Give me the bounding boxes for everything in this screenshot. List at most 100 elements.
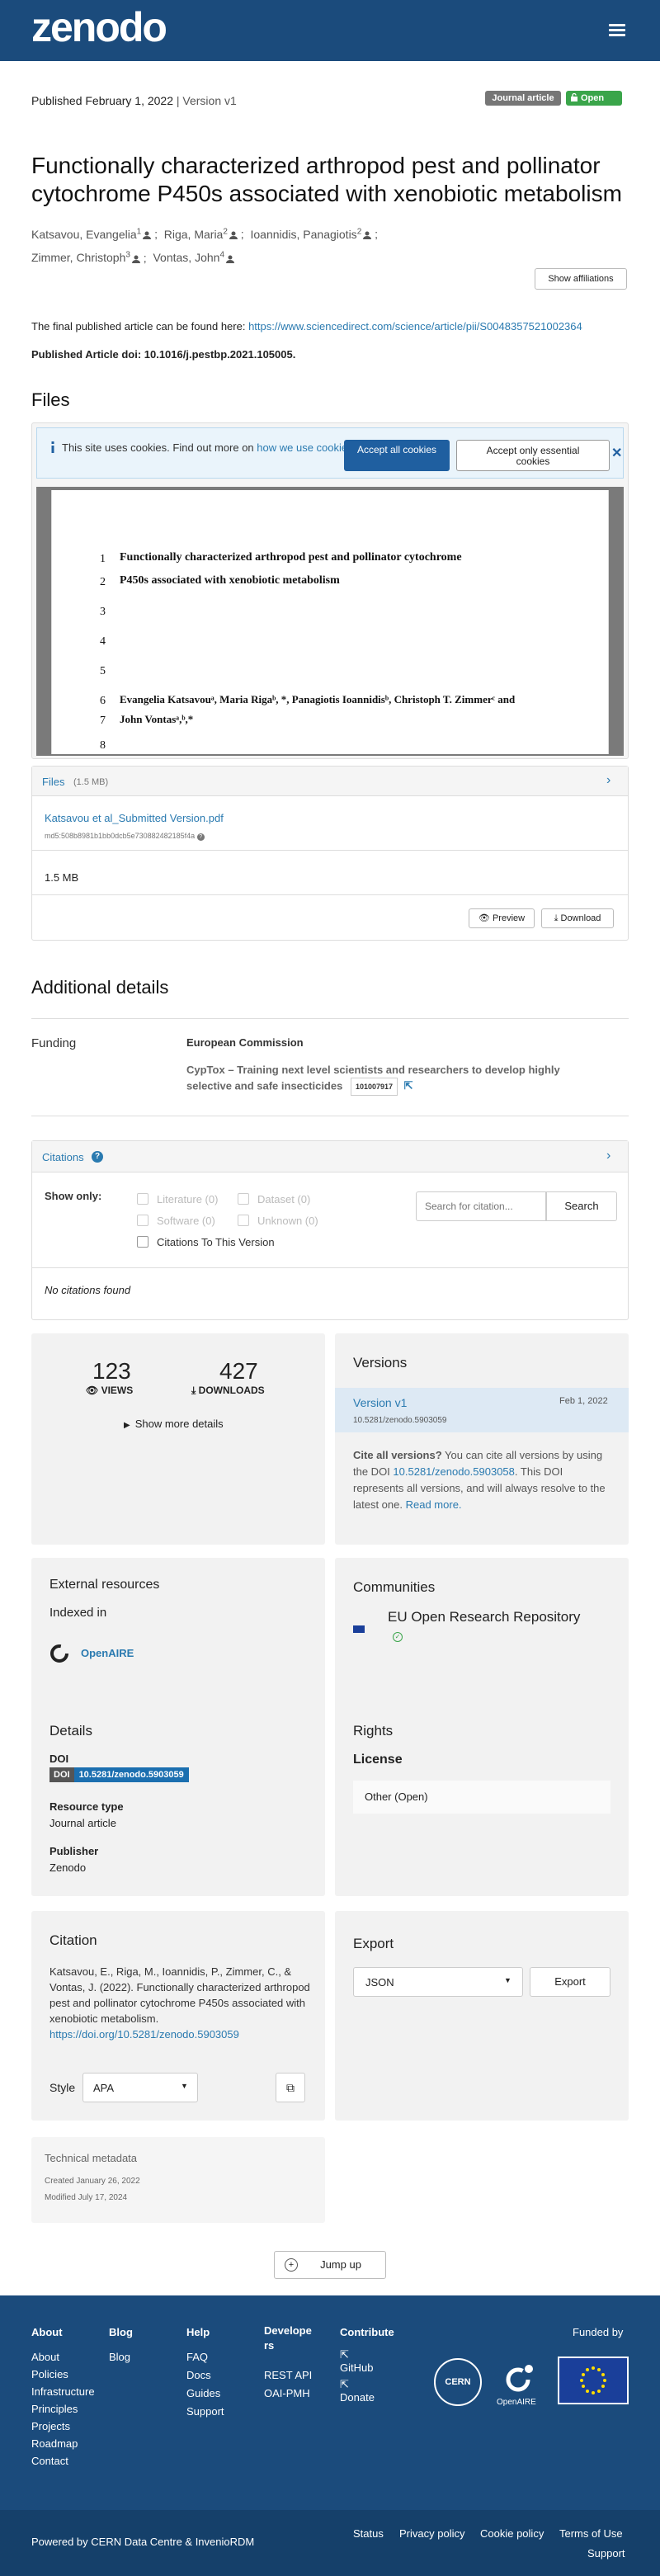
creator[interactable]: Katsavou, Evangelia1 xyxy=(31,227,152,241)
unknown-checkbox[interactable] xyxy=(238,1215,249,1226)
resource-type-value: Journal article xyxy=(50,1817,116,1829)
arrow-up-icon: + xyxy=(285,2258,298,2272)
footer-link[interactable]: OAI-PMH xyxy=(264,2385,312,2403)
footer-link[interactable]: Roadmap xyxy=(31,2435,95,2452)
accept-essential-cookies-button[interactable]: Accept only essential cookies xyxy=(456,440,610,471)
export-heading: Export xyxy=(353,1936,394,1951)
funded-by-label: Funded by xyxy=(573,2326,624,2338)
indexed-in-label: Indexed in xyxy=(50,1606,107,1620)
file-checksum: md5:508b8981b1bb0dcb5e730882482185f4a ? xyxy=(45,832,205,841)
license-item[interactable]: Other (Open) xyxy=(353,1781,610,1814)
footer-link[interactable]: Cookie policy xyxy=(480,2525,544,2543)
cern-logo[interactable]: CERN xyxy=(434,2358,482,2406)
caret-right-icon: ▶ xyxy=(124,1421,130,1430)
citation-heading: Citation xyxy=(50,1932,97,1948)
download-button[interactable]: ⤓ Download xyxy=(541,908,614,928)
footer-link[interactable]: Blog xyxy=(109,2348,130,2366)
citation-doi-link[interactable]: https://doi.org/10.5281/zenodo.5903059 xyxy=(50,2028,239,2041)
show-affiliations-button[interactable]: Show affiliations xyxy=(535,268,627,290)
footer-link[interactable]: Projects xyxy=(31,2418,95,2435)
community-link[interactable]: EU Open Research Repository xyxy=(388,1609,580,1625)
concept-doi-link[interactable]: 10.5281/zenodo.5903058 xyxy=(393,1465,514,1478)
footer-bottom: Powered by CERN Data Centre & InvenioRDM… xyxy=(0,2510,660,2576)
creator[interactable]: Ioannidis, Panagiotis2 xyxy=(250,227,372,241)
footer-link[interactable]: Infrastructure xyxy=(31,2383,95,2400)
doi-badge[interactable]: DOI 10.5281/zenodo.5903059 xyxy=(50,1767,189,1782)
chevron-right-icon: › xyxy=(606,773,611,787)
footer-link[interactable]: ⇱ Donate xyxy=(340,2378,406,2404)
person-icon xyxy=(131,255,140,263)
citations-accordion-header[interactable]: Citations ? › xyxy=(32,1141,628,1172)
footer-link[interactable]: Docs xyxy=(186,2366,224,2385)
external-link-icon: ⇱ xyxy=(340,2378,349,2390)
article-link[interactable]: https://www.sciencedirect.com/science/ar… xyxy=(248,320,582,333)
cookie-text: This site uses cookies. Find out more on… xyxy=(62,441,353,454)
published-doi-text: Published Article doi: 10.1016/j.pestbp.… xyxy=(31,348,296,361)
citation-style-select[interactable]: APA ▼ xyxy=(82,2073,198,2102)
license-heading: License xyxy=(353,1753,403,1767)
version-item[interactable]: Version v1 Feb 1, 2022 10.5281/zenodo.59… xyxy=(335,1388,629,1432)
dataset-checkbox[interactable] xyxy=(238,1193,249,1205)
footer-contribute-heading: Contribute xyxy=(340,2326,394,2338)
footer-link[interactable]: About xyxy=(31,2348,95,2366)
openaire-logo-icon[interactable] xyxy=(50,1644,69,1663)
openaire-logo-icon[interactable] xyxy=(503,2361,536,2394)
export-button[interactable]: Export xyxy=(530,1967,610,1997)
read-more-link[interactable]: Read more. xyxy=(406,1498,462,1511)
doi-label: DOI xyxy=(50,1753,69,1765)
creator[interactable]: Riga, Maria2 xyxy=(164,227,238,241)
published-date: Published February 1, 2022 xyxy=(31,94,173,107)
file-link[interactable]: Katsavou et al_Submitted Version.pdf xyxy=(45,812,224,824)
footer-link[interactable]: Terms of Use xyxy=(559,2525,623,2543)
footer-link[interactable]: ⇱ GitHub xyxy=(340,2348,406,2375)
help-icon: ? xyxy=(196,833,205,841)
pdf-line: John Vontasᵃ,ᵇ,* xyxy=(120,713,194,725)
footer-link[interactable]: Policies xyxy=(31,2366,95,2383)
footer-help-heading: Help xyxy=(186,2326,210,2338)
this-version-checkbox[interactable] xyxy=(137,1236,148,1248)
publisher-value: Zenodo xyxy=(50,1861,87,1874)
menu-icon[interactable] xyxy=(609,24,625,37)
footer-contribute-links: ⇱ GitHub ⇱ Donate xyxy=(340,2348,406,2404)
copy-icon[interactable]: ⧉ xyxy=(276,2073,305,2102)
files-accordion-header[interactable]: Files (1.5 MB) › xyxy=(32,767,628,796)
openaire-link[interactable]: OpenAIRE xyxy=(81,1647,134,1659)
accept-all-cookies-button[interactable]: Accept all cookies xyxy=(344,440,450,471)
footer-link[interactable]: Contact xyxy=(31,2452,95,2470)
close-icon[interactable]: ✕ xyxy=(611,445,622,461)
creator[interactable]: Vontas, John4 xyxy=(153,251,234,264)
top-navbar: zenodo xyxy=(0,0,660,61)
no-citations-text: No citations found xyxy=(45,1284,131,1296)
footer-link[interactable]: Support xyxy=(186,2403,224,2421)
jump-up-button[interactable]: + Jump up xyxy=(274,2251,386,2279)
views-count: 123 xyxy=(92,1358,131,1384)
help-icon[interactable]: ? xyxy=(92,1151,103,1163)
footer-link[interactable]: Privacy policy xyxy=(399,2525,464,2543)
citation-search-input[interactable] xyxy=(416,1191,546,1221)
pdf-line: Functionally characterized arthropod pes… xyxy=(120,551,462,564)
grant-number: 101007917 xyxy=(350,1078,398,1096)
person-icon xyxy=(226,255,234,263)
cookie-banner: This site uses cookies. Find out more on… xyxy=(36,427,624,479)
external-link-icon[interactable]: ⇱ xyxy=(404,1079,413,1092)
citation-search-button[interactable]: Search xyxy=(546,1191,617,1221)
export-format-select[interactable]: JSON ▼ xyxy=(353,1967,523,1997)
version-label: Version v1 xyxy=(182,94,237,107)
footer-link[interactable]: Principles xyxy=(31,2400,95,2418)
footer-link[interactable]: FAQ xyxy=(186,2348,224,2366)
stats-panel xyxy=(31,1333,325,1545)
footer-link[interactable]: Guides xyxy=(186,2385,224,2403)
show-more-details-toggle[interactable]: ▶ Show more details xyxy=(124,1418,224,1430)
creator[interactable]: Zimmer, Christoph3 xyxy=(31,251,140,264)
zenodo-logo[interactable]: zenodo xyxy=(31,3,167,51)
external-resources-heading: External resources xyxy=(50,1578,160,1592)
footer-link[interactable]: REST API xyxy=(264,2366,312,2385)
preview-button[interactable]: 👁 Preview xyxy=(469,908,535,928)
eu-flag-icon xyxy=(558,2357,629,2404)
footer-link[interactable]: Status xyxy=(353,2525,384,2543)
cite-all-versions: Cite all versions? You can cite all vers… xyxy=(353,1449,606,1511)
literature-checkbox[interactable] xyxy=(137,1193,148,1205)
software-checkbox[interactable] xyxy=(137,1215,148,1226)
footer-link[interactable]: Support xyxy=(587,2545,625,2563)
cookie-policy-link[interactable]: how we use cookies xyxy=(257,441,352,454)
